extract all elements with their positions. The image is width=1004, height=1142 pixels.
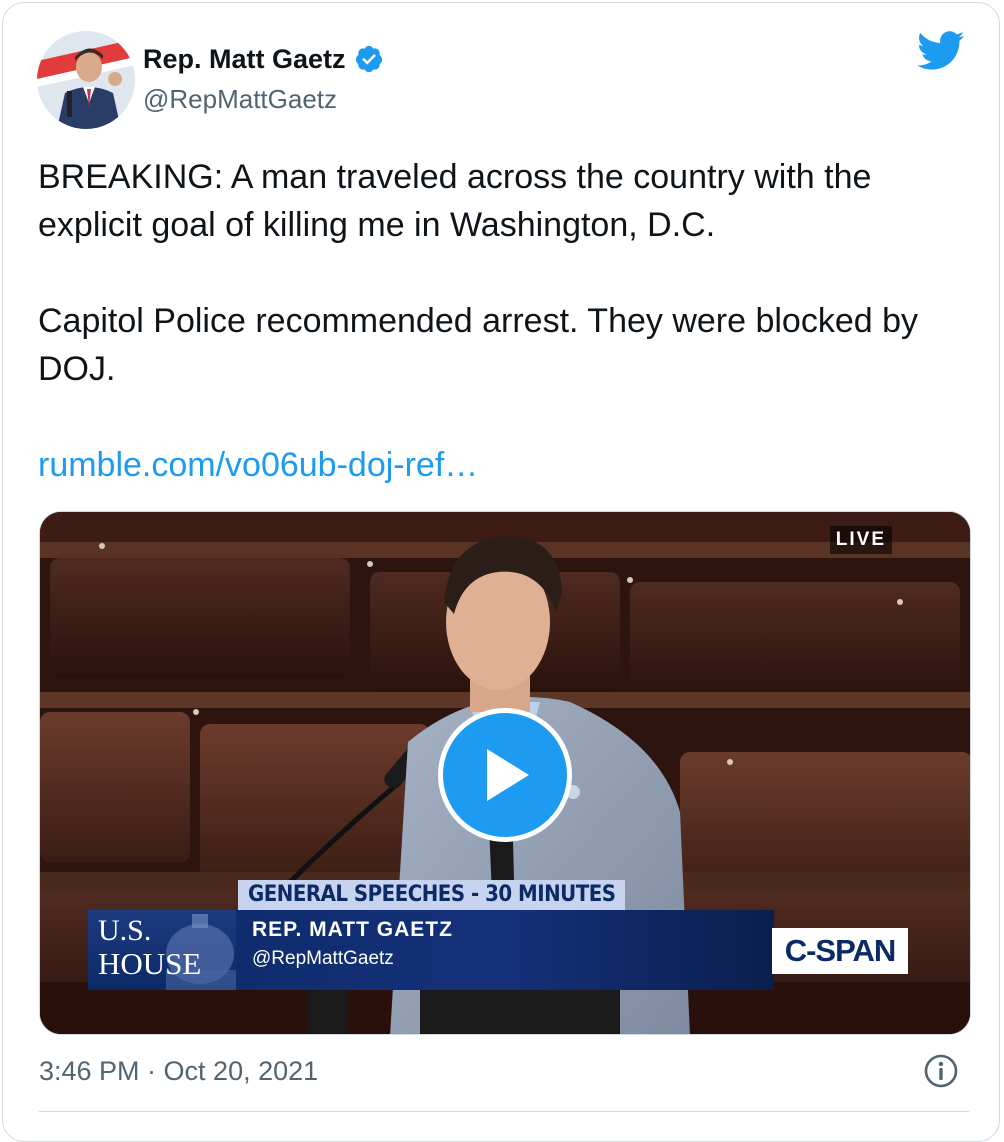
lower-third-band: U.S. HOUSE REP. MATT GAETZ @RepMattGaetz bbox=[88, 910, 774, 990]
house-logo-line2: HOUSE bbox=[98, 946, 202, 981]
info-icon[interactable] bbox=[923, 1053, 959, 1089]
verified-badge-icon bbox=[355, 45, 382, 73]
tweet-card[interactable]: Rep. Matt Gaetz @RepMattGaetz BREAKING: … bbox=[2, 2, 1000, 1142]
author-avatar[interactable] bbox=[37, 31, 135, 129]
author-block: Rep. Matt Gaetz @RepMattGaetz bbox=[143, 43, 384, 115]
tweet-paragraph: Capitol Police recommended arrest. They … bbox=[38, 302, 919, 388]
speaker-handle: @RepMattGaetz bbox=[252, 948, 394, 969]
author-name[interactable]: Rep. Matt Gaetz bbox=[143, 43, 346, 75]
us-house-logo: U.S. HOUSE bbox=[88, 910, 236, 990]
video-player[interactable]: LIVE GENERAL SPEECHES - 30 MINUTES U.S. … bbox=[39, 511, 971, 1035]
play-button[interactable] bbox=[438, 708, 572, 842]
author-handle[interactable]: @RepMattGaetz bbox=[143, 83, 384, 115]
avatar-photo bbox=[37, 31, 135, 129]
tweet-text: BREAKING: A man traveled across the coun… bbox=[38, 153, 968, 393]
play-icon bbox=[487, 749, 529, 801]
live-badge: LIVE bbox=[829, 526, 892, 554]
twitter-bird-icon[interactable] bbox=[917, 31, 965, 71]
name-row: Rep. Matt Gaetz bbox=[143, 43, 384, 75]
tweet-paragraph: BREAKING: A man traveled across the coun… bbox=[38, 158, 872, 244]
tweet-link[interactable]: rumble.com/vo06ub-doj-ref… bbox=[38, 441, 478, 489]
footer-divider bbox=[39, 1111, 969, 1112]
lower-third-title: GENERAL SPEECHES - 30 MINUTES bbox=[238, 880, 626, 910]
house-logo-line1: U.S. bbox=[98, 914, 152, 947]
speaker-name: REP. MATT GAETZ bbox=[252, 918, 453, 941]
tweet-timestamp[interactable]: 3:46 PM · Oct 20, 2021 bbox=[39, 1053, 318, 1089]
cspan-logo: C-SPAN bbox=[772, 928, 908, 974]
